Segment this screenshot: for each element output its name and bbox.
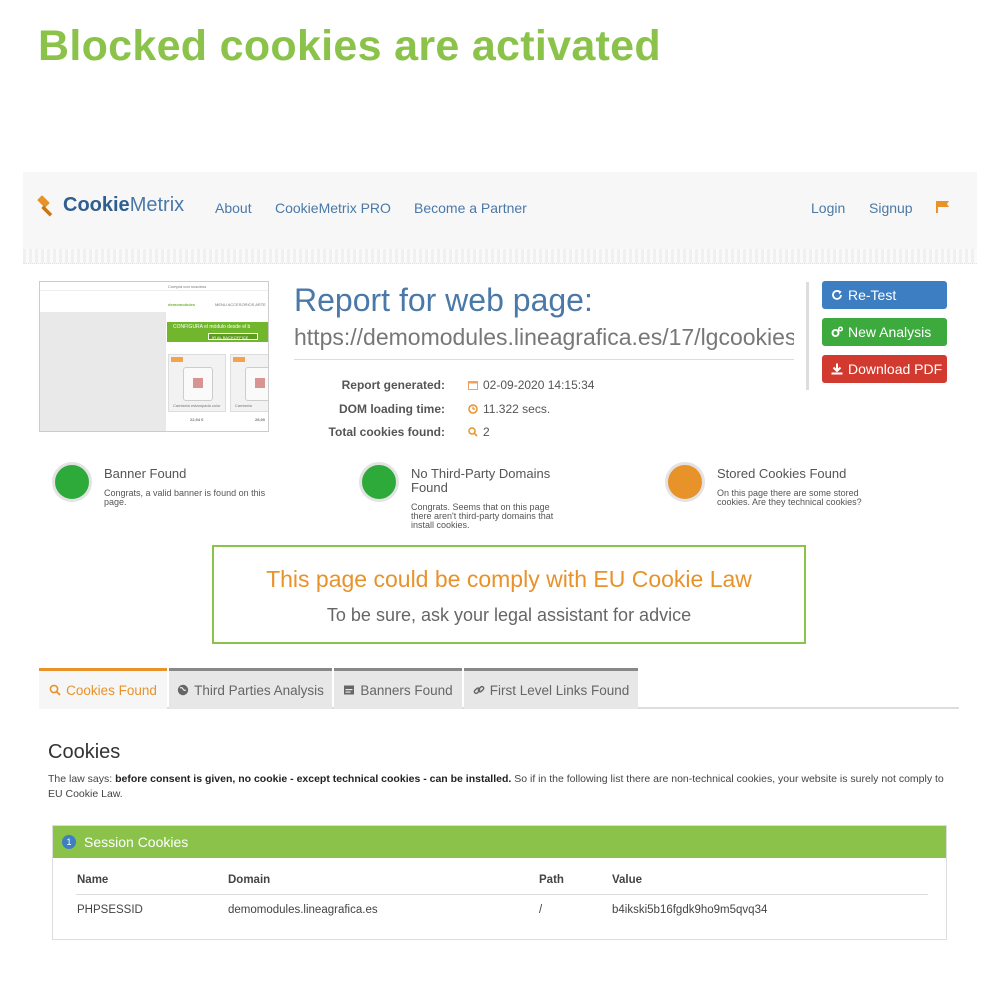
status-desc: Congrats. Seems that on this page there … [411,502,554,530]
column-header-domain: Domain [228,874,271,886]
generated-label: Report generated: [341,378,445,392]
nav-login[interactable]: Login [811,200,845,216]
report-url: https://demomodules.lineagrafica.es/17/l… [294,324,794,350]
law-text: The law says: before consent is given, n… [48,773,944,800]
cell-value: b4ikski5b16fgdk9ho9m5qvq34 [612,904,768,916]
status-desc: Congrats, a valid banner is found on thi… [104,488,266,507]
search-icon [49,684,61,696]
generated-value: 02-09-2020 14:15:34 [468,378,594,392]
column-header-name: Name [77,874,109,886]
status-title: Stored Cookies Found [717,466,847,481]
dom-label: DOM loading time: [339,402,445,416]
report-title: Report for web page: [294,282,593,318]
tab-banners-found[interactable]: Banners Found [334,668,462,709]
nav-signup[interactable]: Signup [869,200,913,216]
status-indicator [359,462,399,502]
status-indicator [665,462,705,502]
cell-name: PHPSESSID [77,904,143,916]
status-title: No Third-Party Domains Found [411,466,551,495]
download-icon [831,363,843,375]
divider [294,359,794,360]
total-value: 2 [468,425,490,439]
page-headline: Blocked cookies are activated [38,22,661,70]
tab-third-parties[interactable]: Third Parties Analysis [169,668,332,709]
dom-value: 11.322 secs. [468,402,550,416]
tab-first-level-links[interactable]: First Level Links Found [464,668,638,709]
cookies-heading: Cookies [48,741,121,763]
status-indicator [52,462,92,502]
search-icon [468,427,478,437]
banner-icon [344,685,355,695]
new-analysis-button[interactable]: New Analysis [822,318,947,346]
column-header-value: Value [612,874,643,886]
tab-cookies-found[interactable]: Cookies Found [39,668,167,709]
calendar-icon [468,381,478,390]
retest-button[interactable]: Re-Test [822,281,947,309]
brand-logo[interactable]: CookieMetrix [35,194,184,217]
panel-header[interactable]: 1 Session Cookies [53,826,946,858]
link-icon [473,685,485,695]
download-pdf-button[interactable]: Download PDF [822,355,947,383]
comply-advice: To be sure, ask your legal assistant for… [326,605,692,625]
globe-icon [177,684,189,696]
refresh-icon [832,290,842,300]
navbar: CookieMetrix About CookieMetrix PRO Beco… [23,172,977,264]
session-cookies-panel: 1 Session Cookies Name Domain Path Value… [52,825,947,940]
column-header-path: Path [539,874,564,886]
cell-path: / [539,904,543,916]
hammer-icon [37,195,53,216]
count-badge: 1 [62,835,76,849]
clock-icon [468,404,478,414]
brand-name: CookieMetrix [63,194,185,216]
nav-partner[interactable]: Become a Partner [414,200,527,216]
status-desc: On this page there are some stored cooki… [717,488,862,507]
table-divider [76,894,928,895]
gears-icon [831,326,843,337]
status-title: Banner Found [104,466,187,481]
comply-message: This page could be comply with EU Cookie… [266,566,752,592]
panel-title: Session Cookies [84,834,189,850]
comply-notice: This page could be comply with EU Cookie… [212,545,806,644]
nav-pro[interactable]: CookieMetrix PRO [275,200,391,216]
cookiemetrix-screenshot: CookieMetrix About CookieMetrix PRO Beco… [23,172,977,958]
divider [806,282,809,390]
nav-about[interactable]: About [215,200,252,216]
result-tabs: Cookies Found Third Parties Analysis Ban… [39,668,959,709]
flag-icon[interactable] [936,201,950,213]
page-thumbnail: Compra con nosotros demomodules MENU ACC… [39,281,269,432]
total-label: Total cookies found: [328,425,445,439]
cell-domain: demomodules.lineagrafica.es [228,904,378,916]
